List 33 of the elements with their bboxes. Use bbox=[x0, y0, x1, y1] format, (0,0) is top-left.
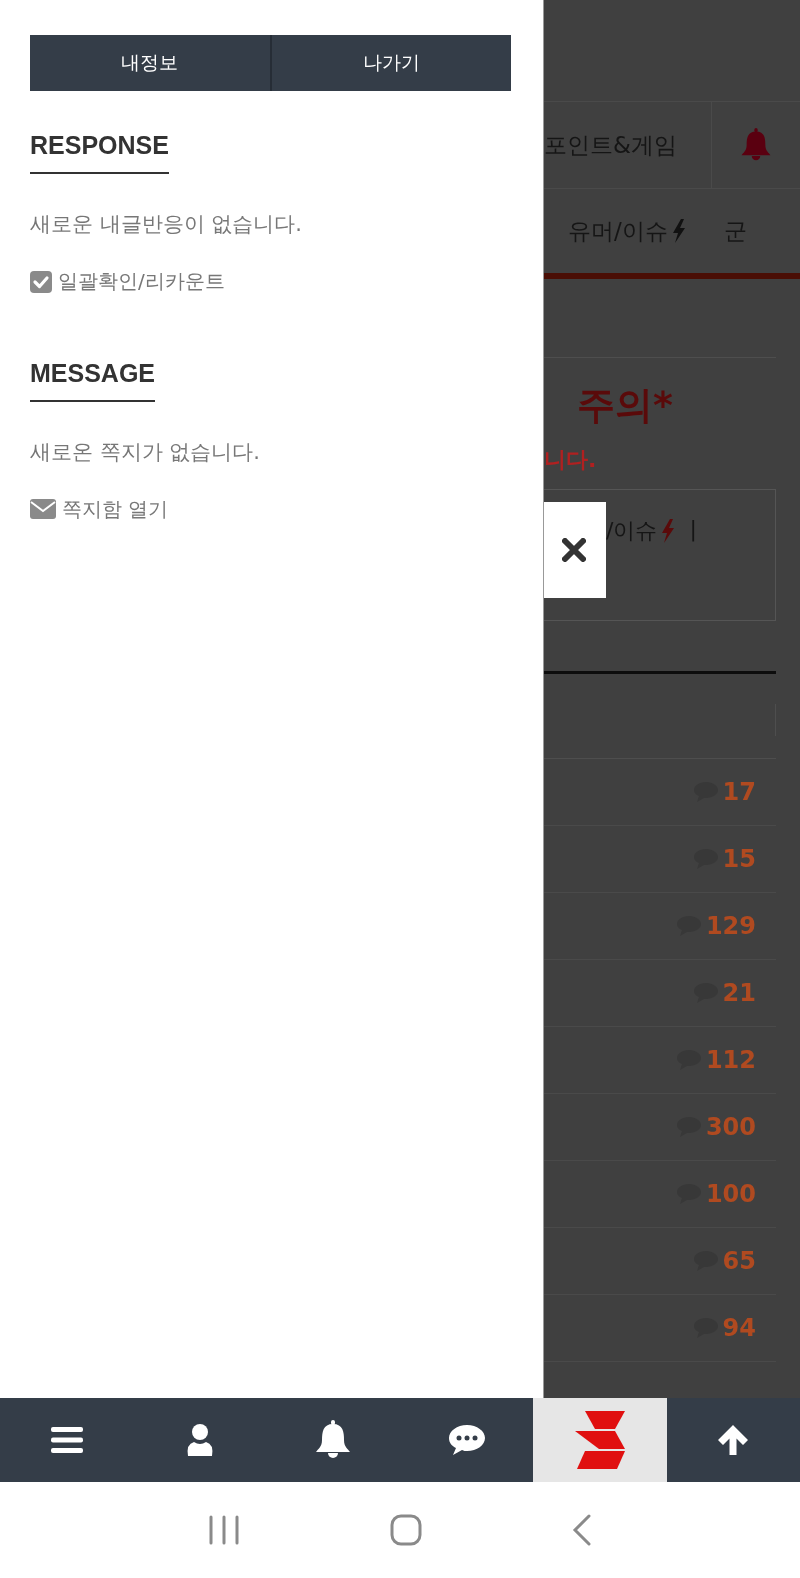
action-link[interactable]: 일괄확인/리카운트 bbox=[30, 268, 225, 295]
comment-count: 129 bbox=[705, 912, 756, 940]
comment-count: 15 bbox=[722, 845, 756, 873]
back-button[interactable] bbox=[572, 1514, 592, 1546]
chat-icon bbox=[447, 1424, 486, 1456]
lightning-icon bbox=[661, 519, 676, 543]
comment-count: 21 bbox=[722, 979, 756, 1007]
separator: | bbox=[689, 516, 697, 541]
comment-count: 17 bbox=[722, 778, 756, 806]
action-link[interactable]: 쪽지함 열기 bbox=[30, 495, 169, 523]
notice-text: 니다. bbox=[544, 446, 598, 474]
arrow-up-icon bbox=[717, 1424, 750, 1456]
comment-count: 65 bbox=[722, 1247, 756, 1275]
close-button[interactable] bbox=[544, 502, 606, 598]
menu-icon bbox=[50, 1426, 83, 1454]
user-icon bbox=[186, 1424, 214, 1456]
recent-apps-button[interactable] bbox=[208, 1515, 240, 1545]
drawer-button[interactable]: 나가기 bbox=[271, 35, 511, 91]
comment-count: 100 bbox=[705, 1180, 756, 1208]
section-heading: RESPONSE bbox=[30, 131, 169, 174]
lightning-icon bbox=[671, 219, 686, 243]
comment-count: 300 bbox=[705, 1113, 756, 1141]
drawer-button[interactable]: 내정보 bbox=[30, 35, 272, 91]
comment-count: 112 bbox=[705, 1046, 756, 1074]
section-heading: MESSAGE bbox=[30, 358, 156, 402]
close-icon bbox=[561, 538, 586, 562]
home-button[interactable] bbox=[390, 1514, 422, 1546]
envelope-icon bbox=[30, 499, 56, 519]
empty-message: 새로운 내글반응이 없습니다. bbox=[30, 211, 304, 238]
comment-count: 94 bbox=[722, 1314, 756, 1342]
empty-message: 새로온 쪽지가 없습니다. bbox=[30, 438, 262, 466]
checkbox-icon bbox=[30, 270, 52, 293]
bell-icon bbox=[315, 1420, 352, 1460]
